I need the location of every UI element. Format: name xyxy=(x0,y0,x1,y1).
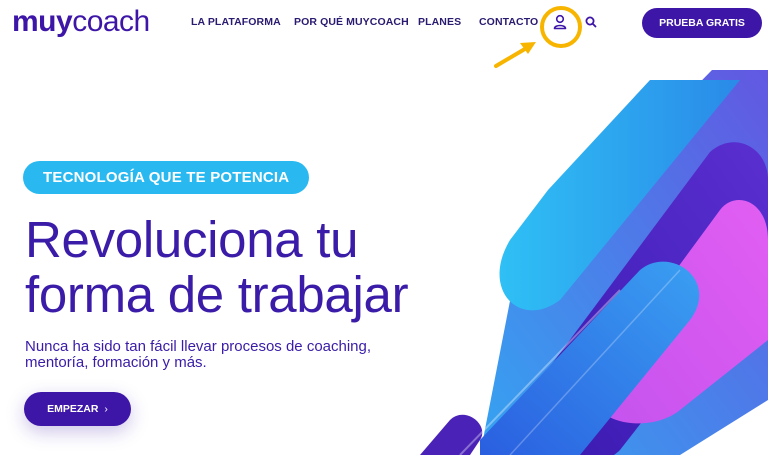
logo-light-text: coach xyxy=(72,5,150,38)
subtitle-line-2: mentoría, formación y más. xyxy=(25,354,207,371)
nav-item-por-que-muycoach[interactable]: POR QUÉ MUYCOACH xyxy=(294,16,409,28)
nav-item-la-plataforma[interactable]: LA PLATAFORMA xyxy=(191,16,281,28)
headline-line-2: forma de trabajar xyxy=(25,266,409,323)
logo[interactable]: muycoach xyxy=(12,2,150,42)
nav-item-contacto[interactable]: CONTACTO xyxy=(479,16,538,28)
nav-item-planes[interactable]: PLANES xyxy=(418,16,461,28)
user-icon[interactable] xyxy=(551,13,569,31)
start-button-label: EMPEZAR xyxy=(47,403,99,415)
hero-headline: Revoluciona tu forma de trabajar xyxy=(25,212,495,322)
free-trial-button[interactable]: PRUEBA GRATIS xyxy=(642,8,762,38)
chevron-right-icon: › xyxy=(104,403,108,415)
start-button[interactable]: EMPEZAR › xyxy=(24,392,131,426)
logo-bold-text: muy xyxy=(12,5,73,38)
headline-line-1: Revoluciona tu xyxy=(25,211,359,268)
hero-subtitle: Nunca ha sido tan fácil llevar procesos … xyxy=(25,339,425,371)
tagline-badge: TECNOLOGÍA QUE TE POTENCIA xyxy=(23,161,310,194)
subtitle-line-1: Nunca ha sido tan fácil llevar procesos … xyxy=(25,338,372,355)
search-icon[interactable] xyxy=(584,15,598,29)
